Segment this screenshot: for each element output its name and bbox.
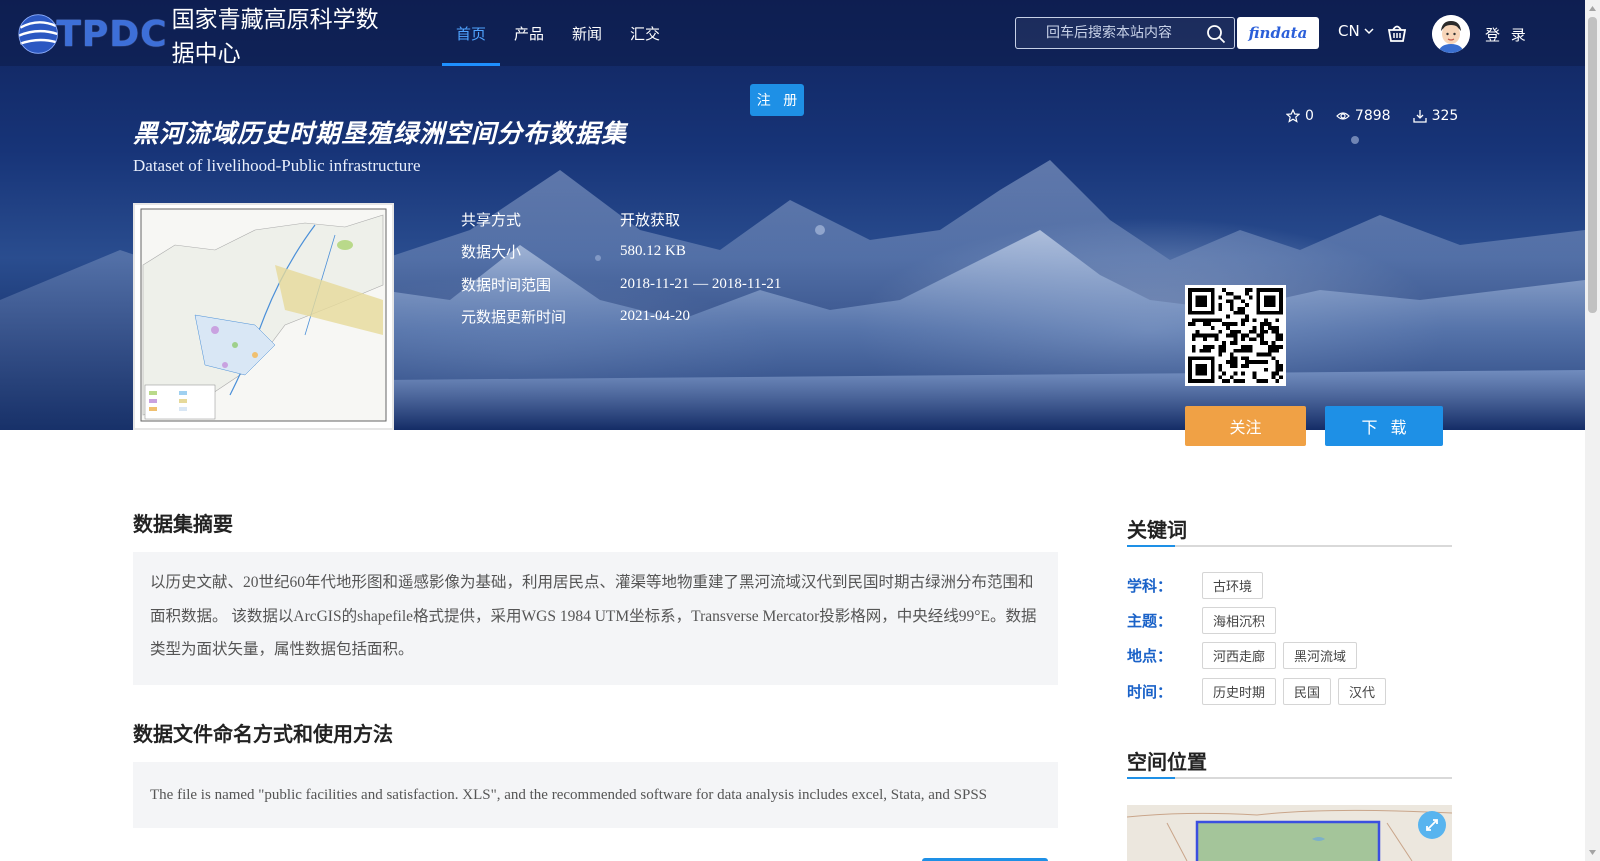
dataset-stats: 0 7898 325 [1286,108,1458,124]
dataset-subtitle: Dataset of livelihood-Public infrastruct… [133,156,421,175]
site-name: 国家青藏高原科学数据中心 [171,7,379,67]
login-link[interactable]: 登 录 [1485,24,1529,45]
top-navbar: TPDC 国家青藏高原科学数据中心 首页 产品 新闻 汇交 findata CN [0,0,1585,67]
language-selector[interactable]: CN [1338,22,1375,40]
nav-item-home[interactable]: 首页 [442,0,501,66]
nav-item-products[interactable]: 产品 [500,0,558,66]
keywords-divider [1127,545,1452,547]
naming-heading: 数据文件命名方式和使用方法 [133,722,393,746]
meta-label: 数据大小 [461,243,522,262]
language-label: CN [1338,22,1360,40]
naming-text: The file is named "public facilities and… [150,786,988,803]
keyword-row-time: 时间： 历史时期 民国 汉代 [1127,678,1387,705]
eye-icon [1336,112,1350,120]
meta-label: 元数据更新时间 [461,308,567,327]
follow-button[interactable]: 关注 [1185,406,1306,446]
search-icon[interactable] [1206,24,1226,44]
downloads-stat: 325 [1412,108,1459,124]
map-image [1127,805,1452,861]
keyword-tags: 古环境 [1202,572,1264,599]
page-scrollbar[interactable] [1585,0,1600,861]
downloads-count: 325 [1431,108,1459,124]
keyword-label: 地点： [1127,647,1173,665]
chevron-down-icon [1364,28,1374,35]
findata-button[interactable]: findata [1237,17,1319,49]
site-logo[interactable]: TPDC 国家青藏高原科学数据中心 [14,4,394,67]
keyword-row-theme: 主题： 海相沉积 [1127,607,1277,634]
dataset-thumbnail[interactable] [133,203,394,430]
keyword-tags: 海相沉积 [1202,607,1277,634]
keyword-label: 学科： [1127,577,1173,595]
location-map[interactable] [1127,805,1452,861]
scrollbar-thumb[interactable] [1588,17,1597,313]
cart-icon[interactable] [1386,22,1408,44]
main-nav: 首页 产品 新闻 汇交 [442,0,674,66]
dataset-title: 黑河流域历史时期垦殖绿洲空间分布数据集 [133,119,628,148]
favorites-stat[interactable]: 0 [1286,108,1314,124]
scroll-up-icon[interactable] [1588,4,1597,13]
keyword-tags: 河西走廊 黑河流域 [1202,642,1358,669]
keyword-row-place: 地点： 河西走廊 黑河流域 [1127,642,1358,669]
meta-value: 580.12 KB [620,243,686,260]
keyword-tags: 历史时期 民国 汉代 [1202,678,1387,705]
register-button[interactable]: 注 册 [750,84,804,116]
expand-icon [1426,819,1438,831]
search-box [1015,17,1235,49]
keyword-tag[interactable]: 民国 [1283,678,1332,705]
user-avatar-icon [1432,15,1470,53]
star-icon [1286,109,1300,123]
keyword-tag[interactable]: 古环境 [1202,572,1264,599]
naming-box: The file is named "public facilities and… [133,762,1058,828]
keyword-label: 主题： [1127,612,1173,630]
meta-row-updated: 元数据更新时间 2021-04-20 [461,301,781,334]
qr-code [1185,285,1286,386]
dataset-meta: 共享方式 开放获取 数据大小 580.12 KB 数据时间范围 2018-11-… [461,203,781,333]
qr-code-icon [1188,288,1283,383]
map-expand-button[interactable] [1418,811,1446,839]
meta-row-size: 数据大小 580.12 KB [461,236,781,269]
logo-mark: TPDC [56,13,168,55]
meta-row-sharing: 共享方式 开放获取 [461,203,781,236]
thumbnail-map-image [140,208,387,422]
views-stat: 7898 [1336,108,1391,124]
keyword-row-discipline: 学科： 古环境 [1127,572,1264,599]
abstract-text: 以历史文献、20世纪60年代地形图和遥感影像为基础，利用居民点、灌渠等地物重建了… [150,574,1037,658]
download-button[interactable]: 下 载 [1325,406,1443,446]
keyword-tag[interactable]: 河西走廊 [1202,642,1277,669]
meta-value: 2021-04-20 [620,308,690,325]
search-input[interactable] [1016,25,1196,41]
scroll-down-icon[interactable] [1588,848,1597,857]
abstract-heading: 数据集摘要 [133,512,233,536]
keyword-tag[interactable]: 海相沉积 [1202,607,1277,634]
meta-label: 数据时间范围 [461,275,552,294]
nav-item-submission[interactable]: 汇交 [616,0,674,66]
keywords-heading: 关键词 [1127,518,1187,542]
nav-item-news[interactable]: 新闻 [558,0,616,66]
download-icon [1412,110,1427,123]
favorites-count: 0 [1305,108,1314,124]
location-heading: 空间位置 [1127,750,1207,774]
meta-value: 2018-11-21 — 2018-11-21 [620,275,782,292]
keyword-tag[interactable]: 汉代 [1338,678,1387,705]
keyword-tag[interactable]: 历史时期 [1202,678,1277,705]
location-divider [1127,777,1452,779]
views-count: 7898 [1354,108,1391,124]
meta-label: 共享方式 [461,210,522,229]
keyword-label: 时间： [1127,683,1173,701]
keyword-tag[interactable]: 黑河流域 [1283,642,1358,669]
user-avatar[interactable] [1432,15,1470,53]
abstract-box: 以历史文献、20世纪60年代地形图和遥感影像为基础，利用居民点、灌渠等地物重建了… [133,552,1058,685]
meta-value: 开放获取 [620,210,681,229]
meta-row-time-range: 数据时间范围 2018-11-21 — 2018-11-21 [461,268,781,301]
